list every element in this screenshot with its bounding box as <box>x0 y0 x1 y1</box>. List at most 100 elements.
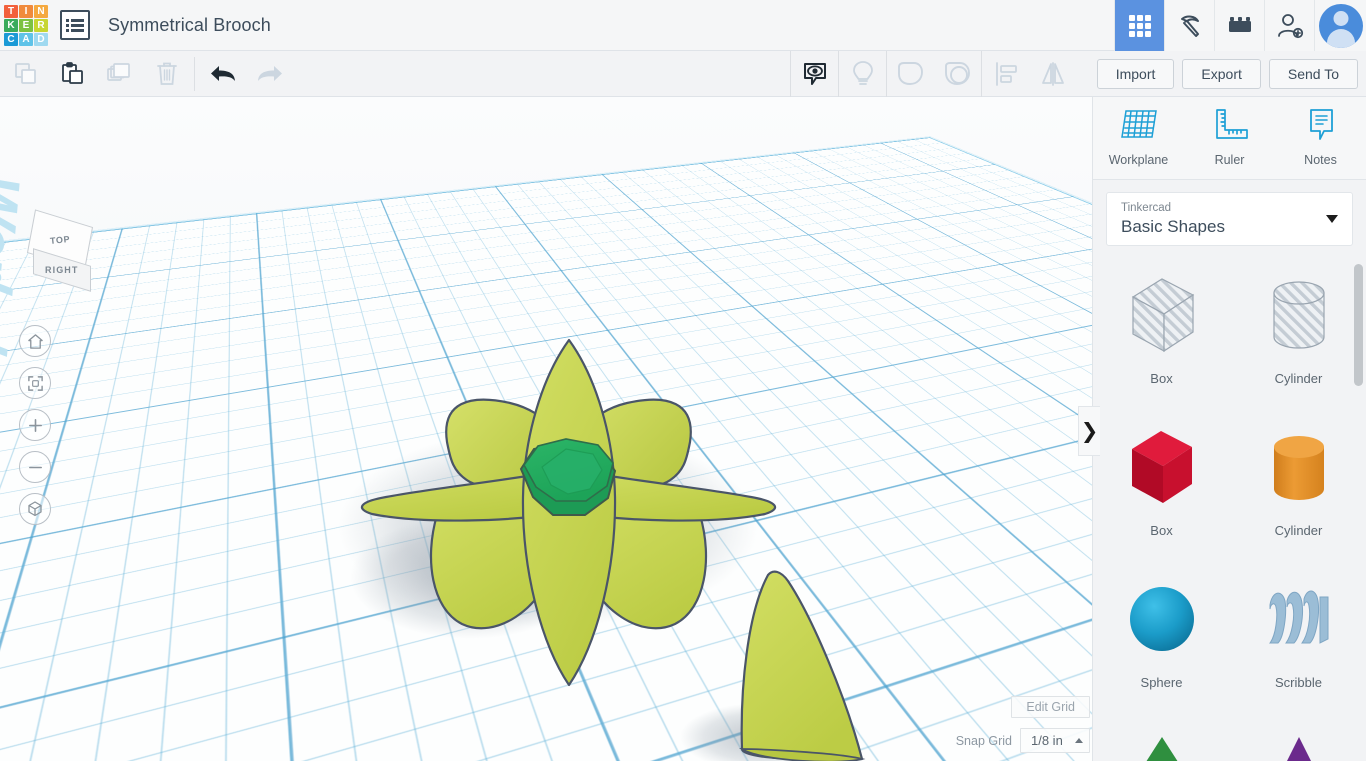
logo-tile-n: N <box>34 4 48 18</box>
tinkercad-logo[interactable]: TIN KER CAD <box>4 4 48 46</box>
show-hide-button[interactable] <box>791 51 838 97</box>
logo-tile-i: I <box>19 4 33 18</box>
designs-list-button[interactable] <box>60 10 90 40</box>
panel-collapse-button[interactable]: ❯ <box>1078 406 1100 456</box>
list-line <box>71 28 84 32</box>
shape-library-category: Tinkercad <box>1121 202 1172 215</box>
shape-sphere-blue[interactable]: Sphere <box>1093 560 1230 712</box>
shape-label: Scribble <box>1275 675 1322 690</box>
panel-tool-row: Workplane Ruler Notes <box>1093 97 1366 179</box>
shape-roof-green[interactable] <box>1093 712 1230 761</box>
top-bar-right <box>1114 0 1366 51</box>
list-row <box>66 28 84 32</box>
avatar <box>1318 3 1363 48</box>
workplane-grid <box>0 97 1092 761</box>
ungroup-button[interactable] <box>934 51 981 97</box>
mirror-button[interactable] <box>1029 51 1076 97</box>
zoom-out-button[interactable] <box>19 451 51 483</box>
shape-thumbnail <box>1254 720 1344 761</box>
shape-thumbnail <box>1117 720 1207 761</box>
list-row <box>66 23 84 27</box>
snap-grid-label: Snap Grid <box>955 733 1012 748</box>
shape-cone-purple[interactable] <box>1230 712 1366 761</box>
list-row <box>66 18 84 22</box>
invite-user-icon[interactable] <box>1264 0 1314 51</box>
shape-library-select[interactable]: Tinkercad Basic Shapes <box>1106 192 1353 246</box>
export-button[interactable]: Export <box>1182 59 1261 89</box>
list-bullet-icon <box>66 18 69 22</box>
shape-thumbnail <box>1117 264 1207 369</box>
shapes-grid: Box Cylinder Box Cylinder Sphere Scribbl… <box>1093 246 1366 761</box>
caret-up-icon <box>1075 738 1083 743</box>
import-button[interactable]: Import <box>1096 59 1175 89</box>
notes-tool[interactable]: Notes <box>1275 107 1366 167</box>
edit-toolbar: Import Export Send To <box>0 51 1366 97</box>
shape-thumbnail <box>1254 416 1344 521</box>
redo-button[interactable] <box>246 51 293 97</box>
chevron-down-icon <box>1326 215 1338 223</box>
shape-thumbnail <box>1117 568 1207 673</box>
shape-cylinder-hole[interactable]: Cylinder <box>1230 256 1366 408</box>
perspective-toggle-button[interactable] <box>19 493 51 525</box>
shape-label: Cylinder <box>1274 523 1323 538</box>
undo-button[interactable] <box>199 51 246 97</box>
group-button[interactable] <box>887 51 934 97</box>
shape-thumbnail <box>1254 568 1344 673</box>
shape-box-red[interactable]: Box <box>1093 408 1230 560</box>
paste-button[interactable] <box>49 51 96 97</box>
snap-grid-control: Snap Grid 1/8 in <box>956 728 1090 753</box>
toolbar-divider <box>194 57 195 91</box>
view-navigation-controls <box>19 325 51 525</box>
ruler-tool-label: Ruler <box>1214 153 1245 167</box>
view-cube[interactable]: TOP RIGHT <box>26 209 103 297</box>
shape-label: Box <box>1150 371 1173 386</box>
ruler-tool[interactable]: Ruler <box>1184 107 1275 167</box>
workplane-tool-label: Workplane <box>1108 153 1169 167</box>
logo-tile-e: E <box>19 18 33 32</box>
notes-tool-label: Notes <box>1304 153 1337 167</box>
panel-divider <box>1093 179 1366 180</box>
view-cube-front-label: RIGHT <box>45 265 79 275</box>
logo-tile-d: D <box>34 32 48 46</box>
list-bullet-icon <box>66 23 69 27</box>
logo-tile-c: C <box>4 32 18 46</box>
top-bar: TIN KER CAD Symmetrical Brooch <box>0 0 1366 51</box>
logo-tile-a: A <box>19 32 33 46</box>
copy-button[interactable] <box>2 51 49 97</box>
list-line <box>71 18 84 22</box>
action-buttons: Import Export Send To <box>1096 51 1358 97</box>
duplicate-button[interactable] <box>96 51 143 97</box>
send-to-button[interactable]: Send To <box>1268 59 1358 89</box>
shape-thumbnail <box>1254 264 1344 369</box>
fit-to-view-button[interactable] <box>19 367 51 399</box>
shapes-scroll-area[interactable]: Box Cylinder Box Cylinder Sphere Scribbl… <box>1093 246 1366 761</box>
snap-grid-select[interactable]: 1/8 in <box>1020 728 1090 753</box>
shape-box-hole[interactable]: Box <box>1093 256 1230 408</box>
list-bullet-icon <box>66 28 69 32</box>
grid-dashboard-icon[interactable] <box>1114 0 1164 51</box>
shape-thumbnail <box>1117 416 1207 521</box>
light-button[interactable] <box>839 51 886 97</box>
shape-label: Sphere <box>1140 675 1183 690</box>
zoom-in-button[interactable] <box>19 409 51 441</box>
shape-label: Cylinder <box>1274 371 1323 386</box>
design-title[interactable]: Symmetrical Brooch <box>108 15 271 36</box>
codeblocks-pickaxe-icon[interactable] <box>1164 0 1214 51</box>
shapes-side-panel: Workplane Ruler Notes Tinkercad Basic Sh… <box>1092 97 1366 761</box>
view-cube-top-label: TOP <box>49 233 71 247</box>
edit-grid-button[interactable]: Edit Grid <box>1011 696 1090 718</box>
panel-scrollbar-thumb[interactable] <box>1354 264 1363 386</box>
tinkercad-app: TINKERCAD Symmetrical Brooch Import Expo… <box>0 0 1366 761</box>
shape-scribble[interactable]: Scribble <box>1230 560 1366 712</box>
3d-viewport[interactable]: Workplane TOP RIGHT Edit Grid Snap Grid … <box>0 97 1092 761</box>
shape-cylinder-orange[interactable]: Cylinder <box>1230 408 1366 560</box>
logo-tile-t: T <box>4 4 18 18</box>
snap-grid-value: 1/8 in <box>1031 733 1063 748</box>
delete-button[interactable] <box>143 51 190 97</box>
lego-brick-icon[interactable] <box>1214 0 1264 51</box>
workplane-tool[interactable]: Workplane <box>1093 107 1184 167</box>
shape-library-name: Basic Shapes <box>1121 216 1225 236</box>
align-button[interactable] <box>982 51 1029 97</box>
home-view-button[interactable] <box>19 325 51 357</box>
user-avatar[interactable] <box>1314 0 1366 51</box>
